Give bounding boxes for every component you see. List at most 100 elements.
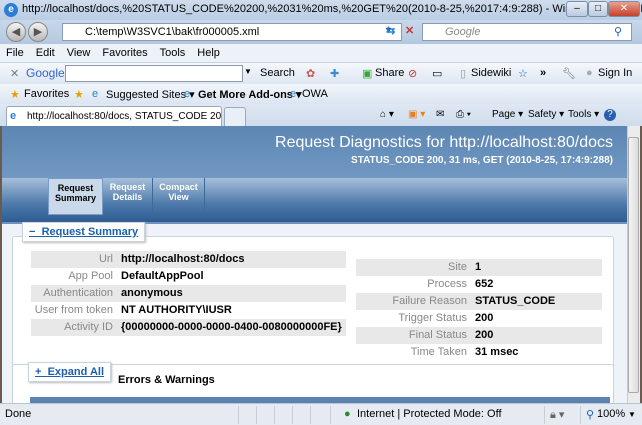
bookmark-icon[interactable]: ✿ <box>306 67 315 80</box>
table-row: Time Taken 31 msec <box>410 346 519 358</box>
page-ie-icon: e <box>10 110 17 122</box>
page-content: Request Diagnostics for http://localhost… <box>2 126 627 403</box>
suggested-sites-link[interactable]: Suggested Sites ▾ <box>106 88 195 101</box>
address-bar[interactable]: C:\temp\W3SVC1\bak\fr000005.xml <box>62 23 402 41</box>
owa-link[interactable]: OWA <box>302 88 328 100</box>
menu-favorites[interactable]: Favorites <box>96 44 153 59</box>
tools-menu[interactable]: Tools ▾ <box>568 109 599 120</box>
menu-edit[interactable]: Edit <box>30 44 61 59</box>
menu-help[interactable]: Help <box>191 44 226 59</box>
favorites-button[interactable]: Favorites <box>24 88 69 100</box>
summary-right-table: Site 1 Process 652 Failure Reason STATUS_CO… <box>356 259 602 361</box>
sign-in-button[interactable]: Sign In <box>598 67 632 79</box>
forward-button[interactable]: ▶ <box>28 22 48 42</box>
table-row: Site 1 <box>356 259 602 276</box>
new-tab-button[interactable] <box>224 107 246 126</box>
share-icon: ▣ <box>362 68 373 80</box>
errors-heading: Errors & Warnings <box>118 374 215 386</box>
google-toolbar: ✕ Google ▼ Search ✿ ✚ ▣ Share ⊘ ▭ ▯ Side… <box>0 63 642 84</box>
favorites-star-icon: ★ <box>10 89 20 101</box>
expand-all-button[interactable]: + Expand All <box>28 362 111 382</box>
wrench-icon[interactable]: 🔧︎ <box>562 67 576 80</box>
search-icon[interactable]: ⚲ <box>614 25 622 38</box>
table-row: Process 652 <box>427 278 494 290</box>
table-row: Url http://localhost:80/docs <box>31 251 346 268</box>
request-summary-label: Request Summary <box>41 226 139 238</box>
browser-tab[interactable]: http://localhost:80/docs, STATUS_CODE 20… <box>6 106 222 126</box>
expand-icon: + <box>35 366 42 378</box>
google-search-input[interactable] <box>65 65 243 82</box>
close-toolbar-icon[interactable]: ✕ <box>10 67 19 80</box>
table-row: Final Status 200 <box>356 327 602 344</box>
ie-icon: e <box>184 88 191 100</box>
tab-title: http://localhost:80/docs, STATUS_CODE 20… <box>27 111 222 122</box>
window-title: http://localhost/docs,%20STATUS_CODE%202… <box>22 3 642 15</box>
search-box[interactable]: Google <box>422 23 632 41</box>
menu-view[interactable]: View <box>61 44 97 59</box>
sidewiki-button[interactable]: Sidewiki <box>471 67 511 79</box>
page-subtitle: STATUS_CODE 200, 31 ms, GET (2010-8-25, … <box>351 155 613 166</box>
page-title-link[interactable]: http://localhost:80/docs <box>449 134 613 151</box>
more-icon[interactable]: » <box>540 67 546 79</box>
star-icon[interactable]: ☆ <box>518 67 528 80</box>
safety-menu[interactable]: Safety ▾ <box>528 109 564 120</box>
favorites-bar: ★ Favorites ★ e Suggested Sites ▾ e Get … <box>0 84 642 104</box>
window-title-bar: http://localhost/docs,%20STATUS_CODE%202… <box>0 0 642 20</box>
feeds-icon[interactable]: ▣ ▾ <box>408 109 425 120</box>
scrollbar-thumb[interactable] <box>628 137 639 393</box>
menu-tools[interactable]: Tools <box>154 44 192 59</box>
signin-icon: ● <box>586 67 593 79</box>
table-row: Failure Reason STATUS_CODE <box>356 293 602 310</box>
page-header: Request Diagnostics for http://localhost… <box>2 126 627 178</box>
page-title: Request Diagnostics for http://localhost… <box>275 134 613 152</box>
table-row: Trigger Status 200 <box>398 312 494 324</box>
share-button[interactable]: Share <box>375 67 404 79</box>
zoom-dropdown-icon[interactable]: ▼ <box>628 410 636 419</box>
home-icon[interactable]: ⌂ ▾ <box>380 109 394 120</box>
page-menu[interactable]: Page ▾ <box>492 109 523 120</box>
summary-left-table: Url http://localhost:80/docs App Pool Defa… <box>31 251 346 336</box>
plus-icon[interactable]: ✚ <box>330 67 339 80</box>
ie-logo-icon: e <box>4 3 18 17</box>
maximize-button[interactable]: □ <box>588 1 608 17</box>
input-icon[interactable]: ▭ <box>432 67 442 80</box>
status-bar: Done ● Internet | Protected Mode: Off 🔒︎… <box>0 403 642 425</box>
status-text: Done <box>5 408 32 420</box>
page-title-text: Request Diagnostics for <box>275 134 450 151</box>
request-summary-panel: Url http://localhost:80/docs App Pool Defa… <box>12 236 614 375</box>
search-placeholder: Google <box>445 26 481 38</box>
tab-request-summary[interactable]: Request Summary <box>48 178 103 215</box>
get-addons-link[interactable]: Get More Add-ons ▾ <box>198 88 302 101</box>
dropdown-icon[interactable]: ▼ <box>244 67 252 76</box>
table-row: App Pool DefaultAppPool <box>68 270 204 282</box>
google-search-button[interactable]: Search <box>260 67 295 79</box>
refresh-button[interactable]: ⇆ <box>386 24 395 37</box>
zoom-icon: ⚲ <box>586 409 595 421</box>
zoom-level[interactable]: 100% <box>597 408 625 420</box>
tab-request-details[interactable]: Request Details <box>103 178 153 212</box>
sidewiki-icon: ▯ <box>460 68 467 80</box>
mail-icon[interactable]: ✉ <box>436 109 444 120</box>
add-favorite-icon[interactable]: ★ <box>74 88 84 101</box>
collapse-icon: − <box>29 226 36 238</box>
google-logo: Google <box>26 66 65 80</box>
popup-blocker-icon[interactable]: ⊘ <box>408 67 417 80</box>
menu-bar: File Edit View Favorites Tools Help <box>0 44 642 63</box>
stop-button[interactable]: ✕ <box>405 24 414 37</box>
ie-icon: e <box>290 88 297 100</box>
ie-icon: e <box>92 88 99 100</box>
menu-file[interactable]: File <box>0 44 30 59</box>
address-url: C:\temp\W3SVC1\bak\fr000005.xml <box>85 26 260 38</box>
security-zone[interactable]: Internet | Protected Mode: Off <box>357 408 502 420</box>
close-window-button[interactable]: ✕ <box>608 1 640 17</box>
minimize-button[interactable]: – <box>566 1 588 17</box>
help-icon[interactable]: ? <box>604 109 616 121</box>
request-summary-toggle[interactable]: − Request Summary <box>22 222 146 242</box>
globe-icon: ● <box>344 408 351 420</box>
tab-compact-view[interactable]: Compact View <box>153 178 205 212</box>
table-row: Authentication anonymous <box>31 285 346 302</box>
back-button[interactable]: ◀ <box>6 22 26 42</box>
expand-all-label: Expand All <box>47 366 104 378</box>
print-icon[interactable]: ⎙ ▾ <box>456 109 471 120</box>
protected-mode-icon[interactable]: 🔒︎ ▾ <box>550 408 564 422</box>
